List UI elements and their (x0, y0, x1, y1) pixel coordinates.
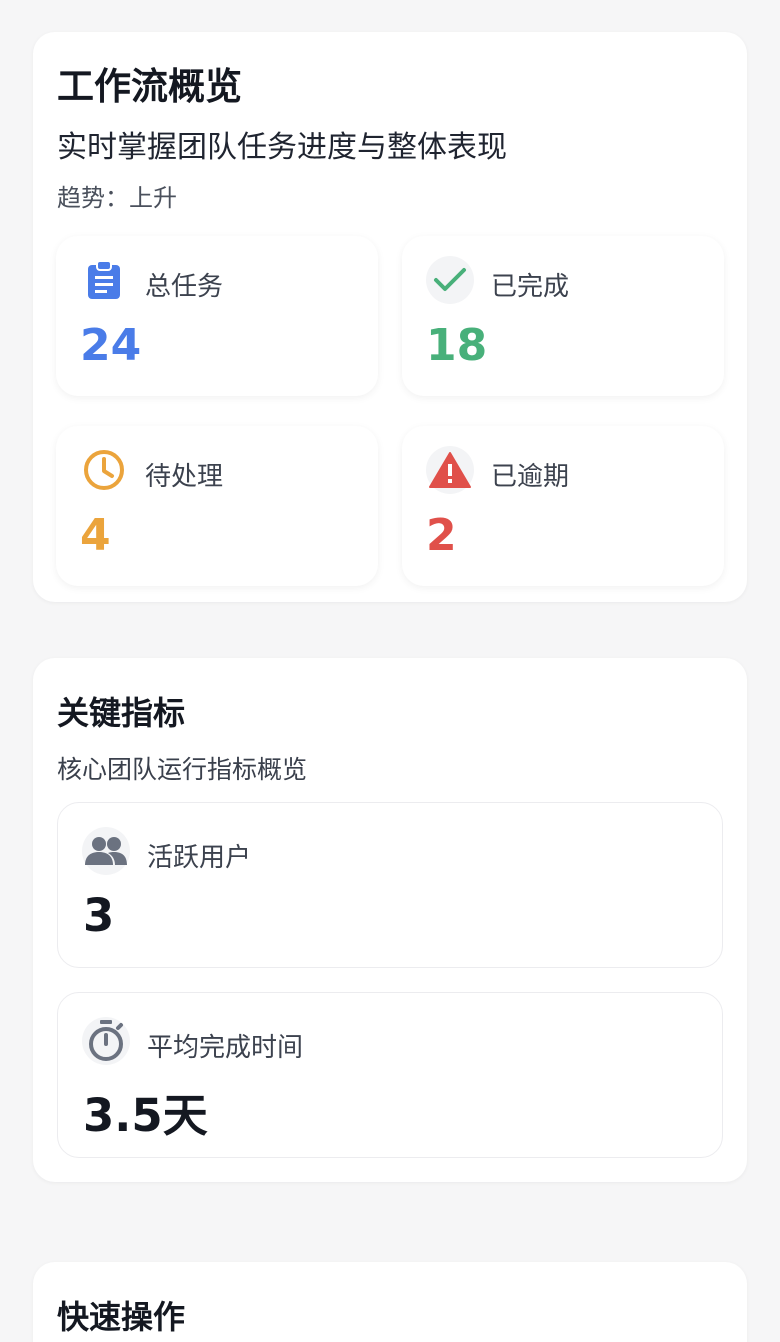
metric-avg-completion-time[interactable]: 平均完成时间 3.5天 (57, 992, 723, 1158)
overview-title: 工作流概览 (57, 65, 242, 108)
check-icon (426, 256, 474, 304)
metrics-subtitle: 核心团队运行指标概览 (57, 755, 308, 784)
metric-label: 平均完成时间 (147, 1033, 304, 1063)
stat-value: 4 (80, 510, 111, 561)
key-metrics-card: 关键指标 核心团队运行指标概览 活跃用户 3 平均完成时间 3.5天 (33, 658, 747, 1182)
stat-label: 已逾期 (491, 462, 570, 492)
stat-label: 待处理 (145, 462, 224, 492)
quick-actions-card: 快速操作 (33, 1262, 747, 1342)
metric-value: 3 (83, 889, 115, 942)
workflow-overview-card: 工作流概览 实时掌握团队任务进度与整体表现 趋势：上升 总任务 24 已完成 1… (33, 32, 747, 602)
people-icon (82, 827, 130, 875)
metric-value: 3.5天 (83, 1089, 208, 1142)
metric-active-users[interactable]: 活跃用户 3 (57, 802, 723, 968)
stat-label: 已完成 (491, 272, 570, 302)
actions-title: 快速操作 (57, 1298, 186, 1336)
stat-total-tasks[interactable]: 总任务 24 (56, 236, 378, 396)
warning-icon (426, 446, 474, 494)
metric-label: 活跃用户 (147, 843, 252, 873)
stat-completed[interactable]: 已完成 18 (402, 236, 724, 396)
metrics-title: 关键指标 (57, 694, 186, 732)
stat-label: 总任务 (145, 272, 224, 302)
overview-subtitle: 实时掌握团队任务进度与整体表现 (57, 130, 507, 165)
trend-text: 趋势：上升 (57, 184, 177, 212)
stat-value: 2 (426, 510, 457, 561)
stat-value: 18 (426, 320, 488, 371)
clipboard-icon (80, 256, 128, 304)
stat-value: 24 (80, 320, 142, 371)
stat-pending[interactable]: 待处理 4 (56, 426, 378, 586)
clock-icon (80, 446, 128, 494)
stopwatch-icon (82, 1017, 130, 1065)
stat-overdue[interactable]: 已逾期 2 (402, 426, 724, 586)
